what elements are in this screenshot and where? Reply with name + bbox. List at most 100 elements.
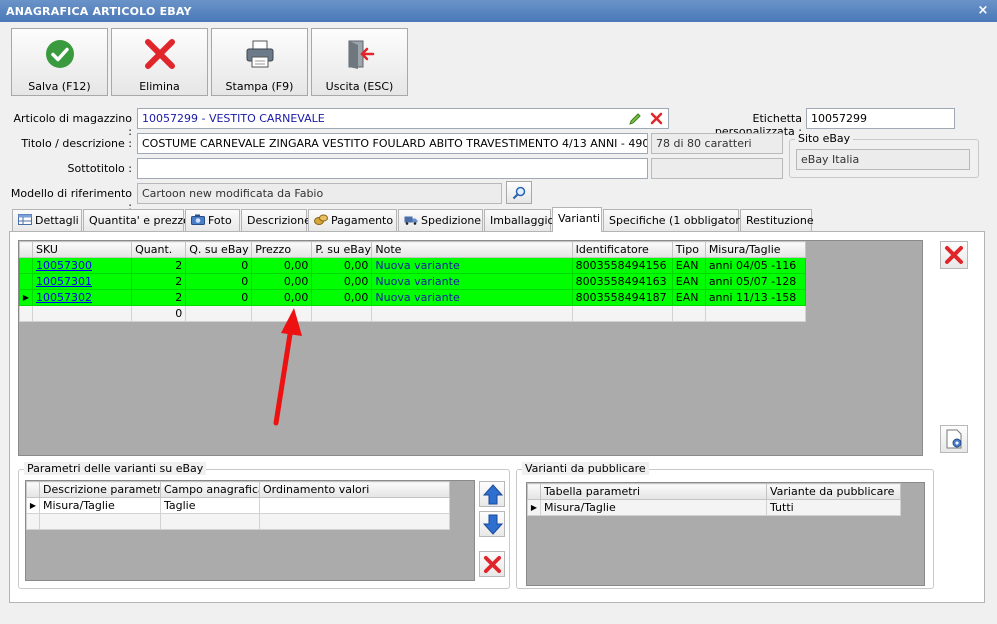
sku-link[interactable]: 10057301	[36, 275, 92, 288]
row-indicator	[18, 273, 34, 290]
variants-table[interactable]: SKU Quant. Q. su eBay Prezzo P. su eBay …	[18, 241, 807, 322]
col-variante-pubblicare[interactable]: Variante da pubblicare	[766, 483, 901, 500]
tab-spedizione-label: Spedizione	[421, 214, 482, 227]
cell-sku[interactable]: 10057301	[32, 273, 133, 290]
cell-misura[interactable]: anni 04/05 -116	[704, 257, 807, 274]
params-grid[interactable]: Descrizione parametro Campo anagrafica O…	[25, 480, 475, 581]
cell-q-ebay[interactable]: 0	[185, 273, 253, 290]
cell-tipo[interactable]: EAN	[671, 289, 706, 306]
col-ordinamento-valori[interactable]: Ordinamento valori	[259, 481, 450, 498]
cell-empty	[160, 513, 260, 530]
col-tipo[interactable]: Tipo	[671, 241, 706, 258]
window-title: ANAGRAFICA ARTICOLO EBAY	[6, 5, 192, 18]
cell-tabella[interactable]: Misura/Taglie	[540, 499, 767, 516]
col-campo-anagrafica[interactable]: Campo anagrafica	[160, 481, 260, 498]
cell-q-ebay[interactable]: 0	[185, 257, 253, 274]
close-window-button[interactable]: ×	[975, 3, 991, 19]
cell-note[interactable]: Nuova variante	[371, 257, 573, 274]
tab-dettagli[interactable]: Dettagli	[12, 209, 82, 231]
truck-icon	[404, 216, 418, 225]
cell-quant[interactable]: 2	[131, 273, 187, 290]
col-sku[interactable]: SKU	[32, 241, 133, 258]
articolo-field[interactable]: 10057299 - VESTITO CARNEVALE	[137, 108, 669, 129]
tab-quantita-prezzo[interactable]: Quantita' e prezzo	[83, 209, 190, 231]
exit-button[interactable]: Uscita (ESC)	[311, 28, 408, 96]
cell-p-ebay[interactable]: 0,00	[311, 257, 373, 274]
sku-link[interactable]: 10057300	[36, 259, 92, 272]
modello-search-button[interactable]	[506, 181, 532, 204]
tab-pagamento[interactable]: Pagamento	[308, 209, 397, 231]
variant-row-current[interactable]: ▶ 10057302 2 0 0,00 0,00 Nuova variante …	[18, 289, 807, 306]
cell-quant[interactable]: 2	[131, 257, 187, 274]
print-button[interactable]: Stampa (F9)	[211, 28, 308, 96]
cell-quant[interactable]: 2	[131, 289, 187, 306]
articolo-value: 10057299 - VESTITO CARNEVALE	[142, 112, 325, 125]
move-down-button[interactable]	[479, 511, 505, 537]
cell-tipo[interactable]: EAN	[671, 273, 706, 290]
clear-x-icon[interactable]	[650, 112, 663, 125]
col-identificatore[interactable]: Identificatore	[571, 241, 673, 258]
variant-row[interactable]: 10057301 2 0 0,00 0,00 Nuova variante 80…	[18, 273, 807, 290]
cell-sku[interactable]: 10057300	[32, 257, 133, 274]
params-table[interactable]: Descrizione parametro Campo anagrafica O…	[26, 481, 450, 530]
pencil-icon[interactable]	[628, 112, 642, 126]
cell-prezzo[interactable]: 0,00	[251, 257, 313, 274]
col-misura[interactable]: Misura/Taglie	[704, 241, 807, 258]
col-quant[interactable]: Quant.	[131, 241, 187, 258]
cell-tipo[interactable]: EAN	[671, 257, 706, 274]
cell-identificatore[interactable]: 8003558494163	[571, 273, 673, 290]
titolo-field[interactable]: COSTUME CARNEVALE ZINGARA VESTITO FOULAR…	[137, 133, 648, 154]
col-descrizione-parametro[interactable]: Descrizione parametro	[39, 481, 161, 498]
cell-campo[interactable]: Taglie	[160, 497, 260, 514]
variants-grid[interactable]: SKU Quant. Q. su eBay Prezzo P. su eBay …	[18, 240, 923, 456]
cell-empty	[571, 305, 673, 322]
tab-specifiche[interactable]: Specifiche (1 obbligatorie)	[603, 209, 754, 231]
col-tabella-parametri[interactable]: Tabella parametri	[540, 483, 767, 500]
cell-prezzo[interactable]: 0,00	[251, 273, 313, 290]
cell-empty	[39, 513, 161, 530]
cell-identificatore[interactable]: 8003558494187	[571, 289, 673, 306]
remove-parameter-button[interactable]	[479, 551, 505, 577]
tab-imballaggio[interactable]: Imballaggio	[484, 209, 554, 231]
delete-button[interactable]: Elimina	[111, 28, 208, 96]
publish-row[interactable]: ▶ Misura/Taglie Tutti	[527, 499, 901, 516]
publish-table[interactable]: Tabella parametri Variante da pubblicare…	[527, 483, 901, 516]
cell-p-ebay[interactable]: 0,00	[311, 289, 373, 306]
cell-variante[interactable]: Tutti	[766, 499, 901, 516]
col-q-ebay[interactable]: Q. su eBay	[185, 241, 253, 258]
print-button-label: Stampa (F9)	[225, 80, 294, 93]
params-row[interactable]: ▶ Misura/Taglie Taglie	[26, 497, 450, 514]
sottotitolo-field[interactable]	[137, 158, 648, 179]
cell-sku[interactable]: 10057302	[32, 289, 133, 306]
cell-misura[interactable]: anni 05/07 -128	[704, 273, 807, 290]
cell-identificatore[interactable]: 8003558494156	[571, 257, 673, 274]
save-button[interactable]: Salva (F12)	[11, 28, 108, 96]
coins-icon	[314, 214, 328, 225]
sku-link[interactable]: 10057302	[36, 291, 92, 304]
tab-descrizione[interactable]: Descrizione	[241, 209, 311, 231]
settings-document-button[interactable]	[940, 425, 968, 453]
cell-p-ebay[interactable]: 0,00	[311, 273, 373, 290]
totals-row: 0	[18, 305, 807, 322]
move-up-button[interactable]	[479, 481, 505, 507]
delete-variant-button[interactable]	[940, 241, 968, 269]
params-header-row: Descrizione parametro Campo anagrafica O…	[26, 481, 450, 498]
tab-varianti[interactable]: Varianti	[552, 207, 602, 232]
cell-ordinamento[interactable]	[259, 497, 450, 514]
etichetta-field[interactable]: 10057299	[806, 108, 955, 129]
cell-note[interactable]: Nuova variante	[371, 273, 573, 290]
cell-descrizione[interactable]: Misura/Taglie	[39, 497, 161, 514]
arrow-up-icon	[483, 484, 503, 505]
cell-misura[interactable]: anni 11/13 -158	[704, 289, 807, 306]
red-x-icon	[483, 555, 502, 574]
tab-restituzione[interactable]: Restituzione	[740, 209, 814, 231]
publish-grid[interactable]: Tabella parametri Variante da pubblicare…	[526, 482, 925, 586]
tab-spedizione[interactable]: Spedizione	[398, 209, 483, 231]
col-note[interactable]: Note	[371, 241, 573, 258]
variant-row[interactable]: 10057300 2 0 0,00 0,00 Nuova variante 80…	[18, 257, 807, 274]
col-prezzo[interactable]: Prezzo	[251, 241, 313, 258]
cell-note[interactable]: Nuova variante	[371, 289, 573, 306]
cell-q-ebay[interactable]: 0	[185, 289, 253, 306]
col-p-ebay[interactable]: P. su eBay	[311, 241, 373, 258]
tab-foto[interactable]: Foto	[185, 209, 240, 231]
